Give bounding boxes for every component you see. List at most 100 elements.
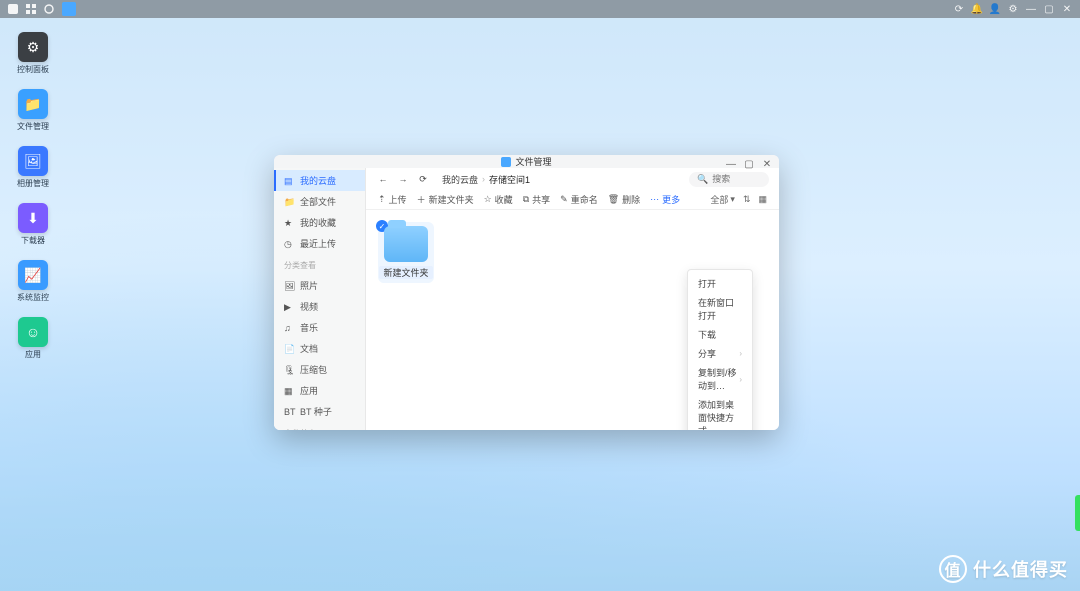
breadcrumb-current[interactable]: 存储空间1 bbox=[489, 173, 530, 186]
drive-icon: ▤ bbox=[284, 176, 294, 186]
page-scroll-indicator bbox=[1075, 495, 1080, 531]
clock-icon: ◷ bbox=[284, 239, 294, 249]
chart-icon: 📈 bbox=[18, 260, 48, 290]
favorite-button[interactable]: ☆收藏 bbox=[484, 193, 513, 206]
context-menu-item-5[interactable]: 添加到桌面快捷方式 bbox=[688, 395, 752, 430]
app-icon: ▦ bbox=[284, 386, 294, 396]
desktop-icon-label: 文件管理 bbox=[17, 121, 49, 132]
context-menu-item-4[interactable]: 复制到/移动到…› bbox=[688, 363, 752, 395]
settings-icon[interactable]: ⚙ bbox=[1008, 4, 1018, 14]
upload-icon: ⇡ bbox=[378, 194, 386, 205]
trash-icon: 🗑 bbox=[608, 194, 619, 205]
star-icon: ☆ bbox=[484, 194, 492, 205]
search-box[interactable]: 🔍 bbox=[689, 172, 769, 187]
close-session-icon[interactable]: ✕ bbox=[1062, 4, 1072, 14]
context-menu: 打开在新窗口打开下载分享›复制到/移动到…›添加到桌面快捷方式添加到快捷入口移入… bbox=[687, 269, 753, 430]
folder-item[interactable]: ✓ 新建文件夹 bbox=[378, 222, 434, 283]
more-icon: ⋯ bbox=[650, 194, 659, 205]
bt-icon: BT bbox=[284, 407, 294, 417]
desktop-icon-1[interactable]: 📁 文件管理 bbox=[12, 89, 54, 132]
grid-view-icon[interactable]: ▦ bbox=[758, 194, 767, 205]
sidebar-cat-3[interactable]: 📄文档 bbox=[274, 338, 365, 359]
sidebar-cat-5[interactable]: ▦ 应用 bbox=[274, 380, 365, 401]
sidebar-item-0[interactable]: ▤ 我的云盘 bbox=[274, 170, 365, 191]
smile-icon: ☺ bbox=[18, 317, 48, 347]
user-icon[interactable]: 👤 bbox=[990, 4, 1000, 14]
desktop: ⚙ 控制面板 📁 文件管理 🖼相册管理 ⬇下载器 📈 系统监控 ☺ 应用 bbox=[12, 32, 72, 374]
desktop-icon-label: 应用 bbox=[25, 349, 41, 360]
sidebar-item-2[interactable]: ★我的收藏 bbox=[274, 212, 365, 233]
share-button[interactable]: ⧉共享 bbox=[523, 193, 550, 206]
toolbar: ⇡上传 ＋新建文件夹 ☆收藏 ⧉共享 ✎重命名 🗑删除 ⋯更多 全部▾ ⇅ ▦ bbox=[366, 190, 779, 210]
sidebar-cat-4[interactable]: 🗜压缩包 bbox=[274, 359, 365, 380]
nav-refresh-button[interactable]: ⟳ bbox=[416, 174, 430, 185]
sidebar-cat-2[interactable]: ♫音乐 bbox=[274, 317, 365, 338]
share-icon: ⧉ bbox=[523, 194, 529, 205]
taskbar: ⟳ 🔔 👤 ⚙ — ▢ ✕ bbox=[0, 0, 1080, 18]
desktop-icon-5[interactable]: ☺ 应用 bbox=[12, 317, 54, 360]
notification-icon[interactable]: 🔔 bbox=[972, 4, 982, 14]
folder-icon: 📁 bbox=[284, 197, 294, 207]
context-menu-item-0[interactable]: 打开 bbox=[688, 274, 752, 293]
desktop-icon-0[interactable]: ⚙ 控制面板 bbox=[12, 32, 54, 75]
filter-dropdown[interactable]: 全部▾ bbox=[710, 193, 735, 206]
main-pane: ← → ⟳ 我的云盘 › 存储空间1 🔍 ⇡上传 ＋新建文件夹 ☆收藏 ⧉共享 … bbox=[366, 168, 779, 430]
sidebar-item-label: 我的云盘 bbox=[300, 174, 336, 187]
new-folder-button[interactable]: ＋新建文件夹 bbox=[417, 193, 474, 206]
maximize-icon[interactable]: ▢ bbox=[1044, 4, 1054, 14]
sidebar-cat-1[interactable]: ▶视频 bbox=[274, 296, 365, 317]
nav-forward-button[interactable]: → bbox=[396, 174, 410, 184]
desktop-icon-4[interactable]: 📈 系统监控 bbox=[12, 260, 54, 303]
sidebar-share-header: 文件共享 bbox=[274, 422, 365, 430]
menu-item-label: 下载 bbox=[698, 328, 716, 341]
delete-button[interactable]: 🗑删除 bbox=[608, 193, 640, 206]
sidebar-item-3[interactable]: ◷最近上传 bbox=[274, 233, 365, 254]
widgets-icon[interactable] bbox=[44, 4, 54, 14]
sidebar-item-label: 视频 bbox=[300, 300, 318, 313]
upload-button[interactable]: ⇡上传 bbox=[378, 193, 407, 206]
plus-icon: ＋ bbox=[417, 193, 426, 206]
nav-back-button[interactable]: ← bbox=[376, 174, 390, 184]
rename-icon: ✎ bbox=[560, 194, 568, 205]
sort-icon[interactable]: ⇅ bbox=[743, 194, 751, 205]
sidebar-cat-0[interactable]: 🖼照片 bbox=[274, 275, 365, 296]
start-icon[interactable] bbox=[8, 4, 18, 14]
desktop-icon-2[interactable]: 🖼相册管理 bbox=[12, 146, 54, 189]
menu-item-label: 添加到桌面快捷方式 bbox=[698, 398, 742, 430]
context-menu-item-1[interactable]: 在新窗口打开 bbox=[688, 293, 752, 325]
folder-icon: 📁 bbox=[18, 89, 48, 119]
folder-icon bbox=[384, 226, 428, 262]
sidebar-item-label: 文档 bbox=[300, 342, 318, 355]
desktop-icon-label: 控制面板 bbox=[17, 64, 49, 75]
context-menu-item-3[interactable]: 分享› bbox=[688, 344, 752, 363]
desktop-icon-3[interactable]: ⬇下载器 bbox=[12, 203, 54, 246]
sidebar-item-label: 应用 bbox=[300, 384, 318, 397]
titlebar: 文件管理 — ▢ ✕ bbox=[274, 155, 779, 168]
sidebar-item-label: 照片 bbox=[300, 279, 318, 292]
music-icon: ♫ bbox=[284, 323, 294, 333]
file-grid[interactable]: ✓ 新建文件夹 打开在新窗口打开下载分享›复制到/移动到…›添加到桌面快捷方式添… bbox=[366, 210, 779, 430]
context-menu-item-2[interactable]: 下载 bbox=[688, 325, 752, 344]
taskbar-app-file-manager[interactable] bbox=[62, 2, 76, 16]
search-input[interactable] bbox=[712, 174, 762, 184]
sidebar-item-1[interactable]: 📁全部文件 bbox=[274, 191, 365, 212]
more-button[interactable]: ⋯更多 bbox=[650, 193, 680, 206]
image-icon: 🖼 bbox=[18, 146, 48, 176]
rename-button[interactable]: ✎重命名 bbox=[560, 193, 598, 206]
sidebar-cat-6[interactable]: BT BT 种子 bbox=[274, 401, 365, 422]
breadcrumb-root[interactable]: 我的云盘 bbox=[442, 173, 478, 186]
sidebar-item-label: 我的收藏 bbox=[300, 216, 336, 229]
window-close-button[interactable]: ✕ bbox=[761, 159, 773, 170]
file-manager-window: 文件管理 — ▢ ✕ ▤ 我的云盘 📁全部文件★我的收藏◷最近上传 分类查看 🖼照片… bbox=[274, 155, 779, 430]
sidebar-category-header: 分类查看 bbox=[274, 254, 365, 273]
menu-item-label: 在新窗口打开 bbox=[698, 296, 742, 322]
window-title: 文件管理 bbox=[515, 155, 551, 168]
sync-icon[interactable]: ⟳ bbox=[954, 4, 964, 14]
window-minimize-button[interactable]: — bbox=[725, 159, 737, 170]
minimize-all-icon[interactable]: — bbox=[1026, 4, 1036, 14]
apps-grid-icon[interactable] bbox=[26, 4, 36, 14]
desktop-icon-label: 系统监控 bbox=[17, 292, 49, 303]
window-maximize-button[interactable]: ▢ bbox=[743, 159, 755, 170]
settings-icon: ⚙ bbox=[18, 32, 48, 62]
sidebar-item-label: BT 种子 bbox=[300, 405, 332, 418]
